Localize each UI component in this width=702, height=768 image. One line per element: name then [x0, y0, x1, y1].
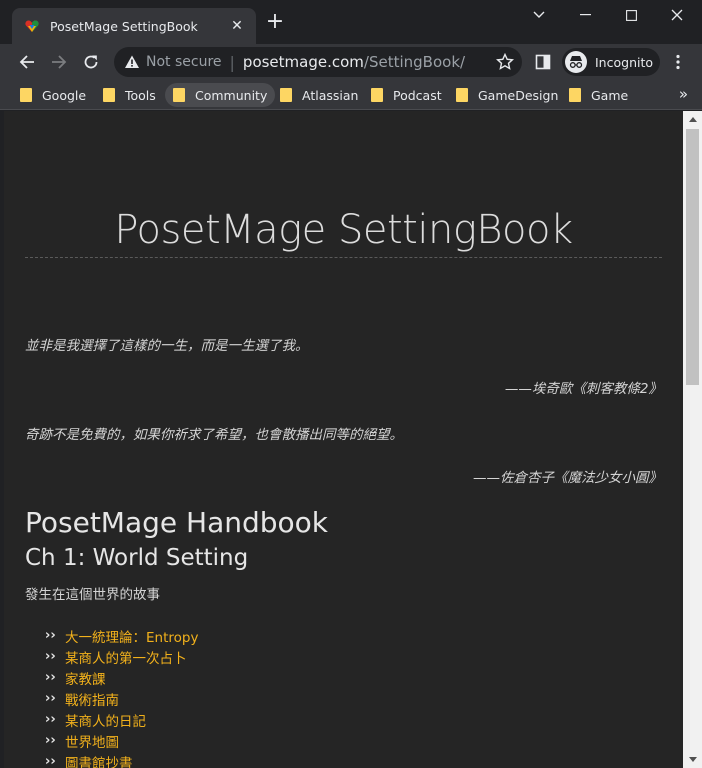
- scroll-down-arrow-icon[interactable]: [683, 751, 702, 768]
- folder-icon: [20, 88, 32, 102]
- bookmark-atlassian[interactable]: Atlassian: [272, 83, 366, 107]
- site-title: PosetMage SettingBook: [114, 207, 573, 253]
- minimize-button[interactable]: [562, 0, 608, 30]
- incognito-icon: [565, 51, 587, 73]
- bookmark-label: Community: [195, 87, 268, 103]
- toc-item: ›› 世界地圖: [45, 730, 662, 751]
- folder-icon: [280, 88, 292, 102]
- active-tab[interactable]: PosetMage SettingBook ✕: [12, 8, 256, 44]
- chapter-intro: 發生在這個世界的故事: [25, 587, 160, 603]
- bookmark-game[interactable]: Game: [561, 83, 636, 107]
- heart-icon: [25, 20, 39, 32]
- back-arrow-icon: [19, 55, 34, 69]
- scrollbar-thumb[interactable]: [686, 129, 699, 385]
- toc-link-first-divination[interactable]: 某商人的第一次占卜: [65, 647, 187, 667]
- forward-arrow-icon: [52, 55, 67, 69]
- toc-link-world-map[interactable]: 世界地圖: [65, 731, 119, 751]
- chevron-right-icon: ››: [45, 733, 56, 748]
- bookmark-label: Tools: [125, 87, 156, 103]
- toc-link-merchant-diary[interactable]: 某商人的日記: [65, 710, 146, 730]
- chevron-right-icon: ››: [45, 670, 56, 685]
- incognito-profile-button[interactable]: Incognito: [562, 48, 660, 76]
- bookmark-label: Podcast: [393, 87, 442, 103]
- toc-link-tutoring[interactable]: 家教課: [65, 668, 106, 688]
- chevron-right-icon: ››: [45, 712, 56, 727]
- quote-attribution: ——佐倉杏子《魔法少女小圓》: [473, 470, 662, 486]
- bookmark-podcast[interactable]: Podcast: [363, 83, 450, 107]
- bookmark-label: Google: [42, 87, 87, 103]
- toc-item: ›› 家教課: [45, 667, 662, 688]
- quote-text: 奇跡不是免費的，如果你祈求了希望，也會散播出同等的絕望。: [25, 427, 403, 443]
- quote-attribution: ——埃奇歐《刺客教條2》: [504, 381, 662, 397]
- reload-button[interactable]: [77, 48, 105, 76]
- handbook-heading: PosetMage Handbook: [25, 506, 329, 539]
- toc-item: ›› 圖書館抄書: [45, 751, 662, 768]
- folder-icon: [103, 88, 115, 102]
- bookmark-community[interactable]: Community: [165, 83, 276, 107]
- bookmark-label: GameDesign: [478, 87, 559, 103]
- folder-icon: [456, 88, 468, 102]
- browser-toolbar: Not secure | posetmage.com/SettingBook/ …: [0, 44, 702, 80]
- toc-link-entropy[interactable]: 大一統理論：Entropy: [65, 626, 198, 646]
- folder-icon: [173, 88, 185, 102]
- toc-item: ›› 某商人的第一次占卜: [45, 646, 662, 667]
- page-scrollbar[interactable]: [683, 111, 702, 768]
- bookmarks-overflow-button[interactable]: »: [679, 85, 688, 103]
- bookmarks-bar: Google Tools Community Atlassian Podcast…: [0, 80, 702, 110]
- bookmark-label: Atlassian: [302, 87, 359, 103]
- tab-strip: PosetMage SettingBook ✕ +: [0, 0, 702, 44]
- close-tab-icon[interactable]: ✕: [228, 18, 246, 34]
- tab-search-icon[interactable]: [516, 0, 562, 30]
- toc-link-library-copying[interactable]: 圖書館抄書: [65, 752, 133, 768]
- scroll-up-arrow-icon[interactable]: [683, 111, 702, 128]
- forward-button[interactable]: [45, 48, 73, 76]
- warning-icon: [125, 55, 139, 68]
- omnibox-divider: |: [229, 52, 235, 72]
- new-tab-button[interactable]: +: [264, 11, 286, 34]
- chapter-heading: Ch 1: World Setting: [25, 545, 249, 571]
- chevron-right-icon: ››: [45, 754, 56, 768]
- page-viewport: PosetMage SettingBook 並非是我選擇了這樣的一生，而是一生選…: [4, 111, 683, 768]
- title-divider: [25, 257, 662, 258]
- tab-title: PosetMage SettingBook: [50, 18, 198, 34]
- chapter-toc: ›› 大一統理論：Entropy ›› 某商人的第一次占卜 ›› 家教課 ›› 戰術指南…: [25, 625, 662, 768]
- bookmark-tools[interactable]: Tools: [95, 83, 164, 107]
- chevron-right-icon: ››: [45, 691, 56, 706]
- bookmark-label: Game: [591, 87, 629, 103]
- close-window-button[interactable]: [654, 0, 700, 30]
- profile-label: Incognito: [595, 54, 654, 70]
- menu-button[interactable]: [664, 48, 692, 76]
- url-host: posetmage.com: [242, 53, 364, 71]
- maximize-button[interactable]: [608, 0, 654, 30]
- side-panel-button[interactable]: [529, 48, 557, 76]
- folder-icon: [371, 88, 383, 102]
- bookmark-star-icon[interactable]: [496, 53, 514, 71]
- bookmark-google[interactable]: Google: [12, 83, 94, 107]
- chevron-right-icon: ››: [45, 649, 56, 664]
- chevron-right-icon: ››: [45, 628, 56, 643]
- side-panel-icon: [535, 54, 551, 70]
- security-label[interactable]: Not secure: [146, 54, 222, 70]
- url-path: /SettingBook/: [363, 53, 466, 71]
- more-vert-icon: [676, 54, 680, 70]
- address-bar[interactable]: Not secure | posetmage.com/SettingBook/: [114, 47, 522, 77]
- toc-item: ›› 某商人的日記: [45, 709, 662, 730]
- toc-item: ›› 戰術指南: [45, 688, 662, 709]
- back-button[interactable]: [13, 48, 41, 76]
- toc-link-tactics-guide[interactable]: 戰術指南: [65, 689, 119, 709]
- reload-icon: [84, 55, 98, 69]
- folder-icon: [569, 88, 581, 102]
- toc-item: ›› 大一統理論：Entropy: [45, 625, 662, 646]
- quote-text: 並非是我選擇了這樣的一生，而是一生選了我。: [25, 338, 309, 354]
- bookmark-gamedesign[interactable]: GameDesign: [448, 83, 566, 107]
